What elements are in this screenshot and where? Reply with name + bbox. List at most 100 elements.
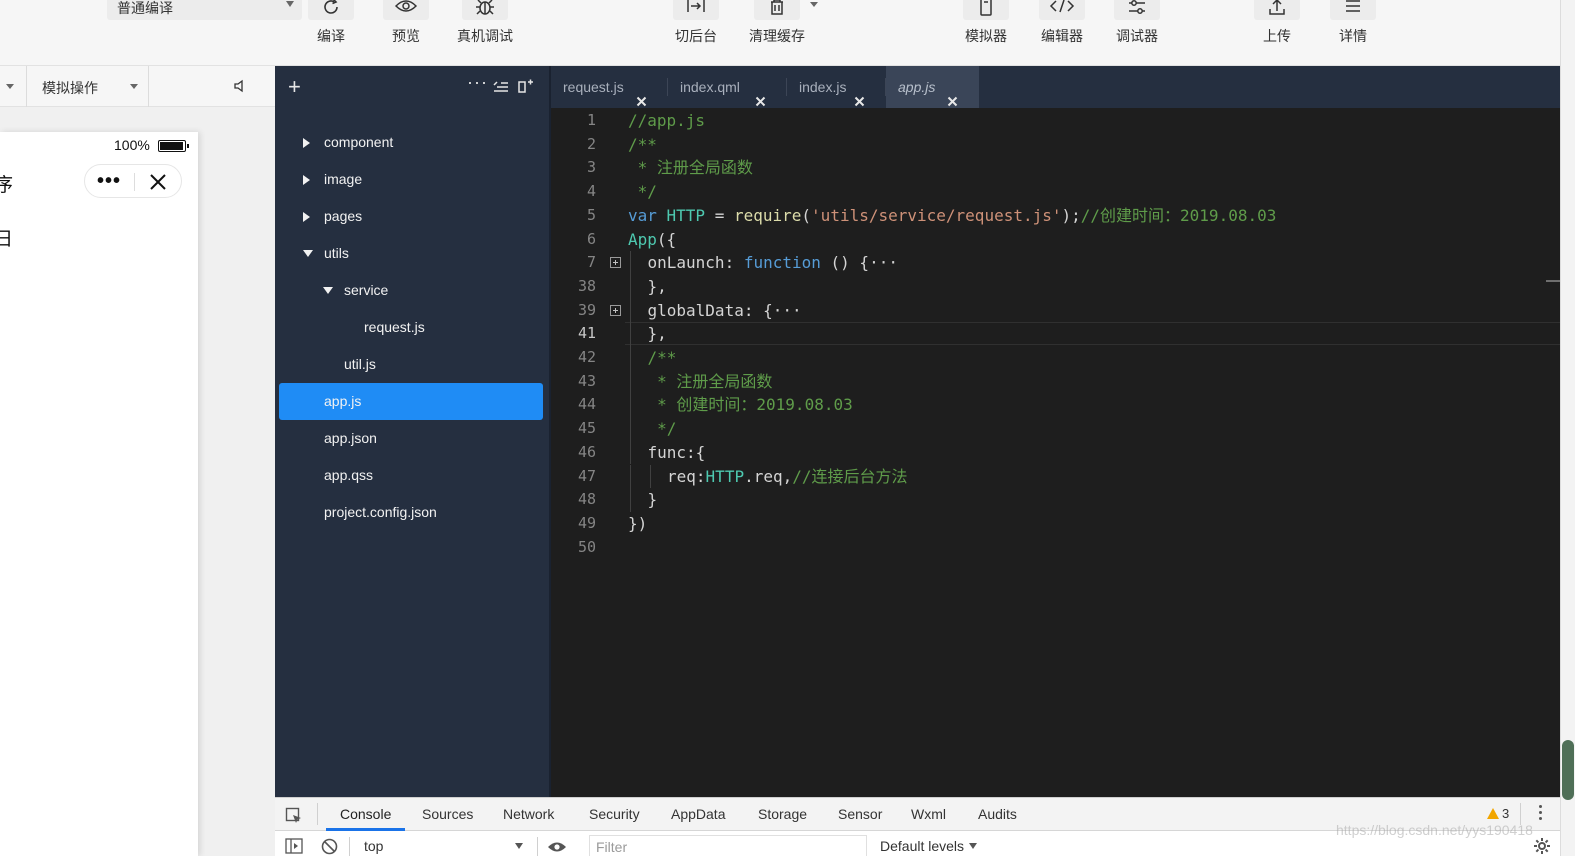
devtools-tab[interactable]: Wxml [911, 798, 946, 831]
line-number: 1 [586, 111, 596, 129]
code-token: onLaunch [647, 253, 725, 273]
tree-file[interactable]: app.js [279, 383, 543, 420]
simulator-bar: 模拟操作 [0, 66, 275, 107]
code-token: function [743, 253, 821, 273]
toolbar-button[interactable]: 编译 [308, 0, 354, 46]
kebab-menu-icon[interactable] [1539, 805, 1543, 823]
eye-icon[interactable] [547, 840, 567, 856]
devtools-tab[interactable]: Security [589, 798, 640, 831]
divider [537, 837, 538, 856]
code-text: func:{ [648, 441, 706, 464]
editor-tab[interactable]: app.js [886, 66, 979, 108]
simulate-operation-select[interactable]: 模拟操作 [42, 78, 98, 98]
tree-folder[interactable]: utils [279, 235, 543, 272]
switch-background-icon [673, 0, 719, 20]
indent-guide [630, 322, 631, 346]
editor-tab[interactable]: index.qml [668, 66, 787, 108]
tree-file[interactable]: project.config.json [279, 494, 543, 531]
toolbar-button[interactable]: 模拟器 [963, 0, 1009, 46]
sidebar-toggle-icon[interactable] [285, 838, 303, 856]
editor-tab[interactable]: index.js [787, 66, 886, 108]
window-scrollbar[interactable] [1560, 0, 1575, 856]
toolbar-button[interactable]: 真机调试 [457, 0, 513, 46]
ide-window: 普通编译 编译 预览 真机调试 切后台 清理缓存 模拟器 编辑器 调试器 上传 详情 模拟操作 1… [0, 0, 1575, 856]
tree-file[interactable]: app.json [279, 420, 543, 457]
phone-icon [963, 0, 1009, 20]
caret-down-icon[interactable] [303, 250, 313, 257]
tree-file[interactable]: request.js [279, 309, 543, 346]
speaker-icon[interactable] [234, 79, 246, 98]
toolbar-button[interactable]: 预览 [383, 0, 429, 46]
compile-mode-select[interactable]: 普通编译 [107, 0, 302, 20]
devtools-tab[interactable]: Storage [758, 798, 807, 831]
chevron-down-icon[interactable] [130, 84, 138, 89]
chevron-down-icon[interactable] [810, 2, 818, 7]
gear-icon[interactable] [1533, 837, 1551, 856]
line-number: 43 [577, 371, 596, 390]
battery-percent: 100% [114, 137, 150, 153]
tree-item-label: component [324, 134, 394, 150]
toolbar-button[interactable]: 切后台 [673, 0, 719, 46]
code-text: var HTTP = require('utils/service/reques… [628, 204, 1276, 227]
close-icon[interactable] [148, 172, 168, 197]
devtools-tab[interactable]: AppData [671, 798, 725, 831]
warning-badge[interactable]: 3 [1487, 806, 1509, 821]
inspect-element-icon[interactable] [285, 807, 303, 830]
caret-right-icon[interactable] [303, 212, 310, 222]
toolbar-button[interactable]: 编辑器 [1039, 0, 1085, 46]
indent-guide [630, 440, 631, 465]
code-token: : [695, 466, 706, 486]
code-token: ); [1061, 205, 1081, 225]
code-token: App [628, 229, 657, 249]
log-levels-select[interactable]: Default levels [880, 838, 978, 854]
code-text: }, [648, 322, 667, 345]
code-text: onLaunch: function () {··· [648, 251, 898, 274]
collapse-all-icon[interactable] [493, 79, 509, 98]
caret-down-icon[interactable] [323, 287, 333, 294]
console-filter-input[interactable]: Filter [589, 835, 867, 856]
toolbar-button[interactable]: 调试器 [1114, 0, 1160, 46]
editor-tab[interactable]: request.js [551, 66, 668, 108]
chevron-down-icon[interactable] [6, 84, 14, 89]
tree-item-label: utils [324, 245, 349, 261]
code-token: /** [647, 348, 677, 367]
fold-expand-icon[interactable] [610, 304, 621, 316]
tree-folder[interactable]: pages [279, 198, 543, 235]
add-file-icon[interactable]: + [288, 74, 301, 100]
indent-guide [649, 464, 651, 489]
tree-file[interactable]: util.js [279, 346, 543, 383]
line-number: 42 [577, 348, 596, 366]
clear-console-icon[interactable] [321, 838, 338, 856]
toolbar-button[interactable]: 清理缓存 [749, 0, 818, 46]
editor-tab-label: index.qml [680, 79, 740, 95]
toolbar-button[interactable]: 上传 [1254, 0, 1300, 46]
more-icon[interactable]: ••• [97, 171, 121, 191]
devtools-tab[interactable]: Console [325, 798, 406, 831]
line-number: 50 [577, 537, 596, 556]
code-token: : { [743, 300, 773, 320]
devtools-tab[interactable]: Network [503, 798, 554, 831]
code-area[interactable]: 1//app.js 2/** 3 * 注册全局函数 4 */5 var HTTP = r… [551, 108, 1560, 797]
code-token: var [628, 205, 667, 225]
caret-right-icon[interactable] [303, 175, 310, 185]
caret-right-icon[interactable] [303, 138, 310, 148]
tree-folder[interactable]: component [279, 124, 543, 161]
fold-expand-icon[interactable] [610, 257, 621, 269]
code-line: 42 /** [551, 346, 1560, 370]
devtools-tab[interactable]: Sensor [838, 798, 882, 831]
tree-folder[interactable]: image [279, 161, 543, 198]
tree-folder[interactable]: service [279, 272, 543, 309]
devtools-tab[interactable]: Sources [422, 798, 473, 831]
toolbar-button-label: 预览 [392, 28, 420, 44]
indent-guide [630, 298, 631, 323]
scrollbar-thumb[interactable] [1562, 740, 1574, 800]
code-token: }, [647, 324, 667, 344]
eye-icon [383, 0, 429, 20]
devtools-tab[interactable]: Audits [978, 798, 1017, 831]
code-line: 7 onLaunch: function () {··· [551, 251, 1560, 275]
more-icon[interactable]: ··· [467, 72, 488, 93]
line-number: 47 [577, 466, 596, 485]
toolbar-button[interactable]: 详情 [1330, 0, 1376, 46]
split-panel-icon[interactable] [518, 79, 534, 98]
tree-file[interactable]: app.qss [279, 457, 543, 494]
